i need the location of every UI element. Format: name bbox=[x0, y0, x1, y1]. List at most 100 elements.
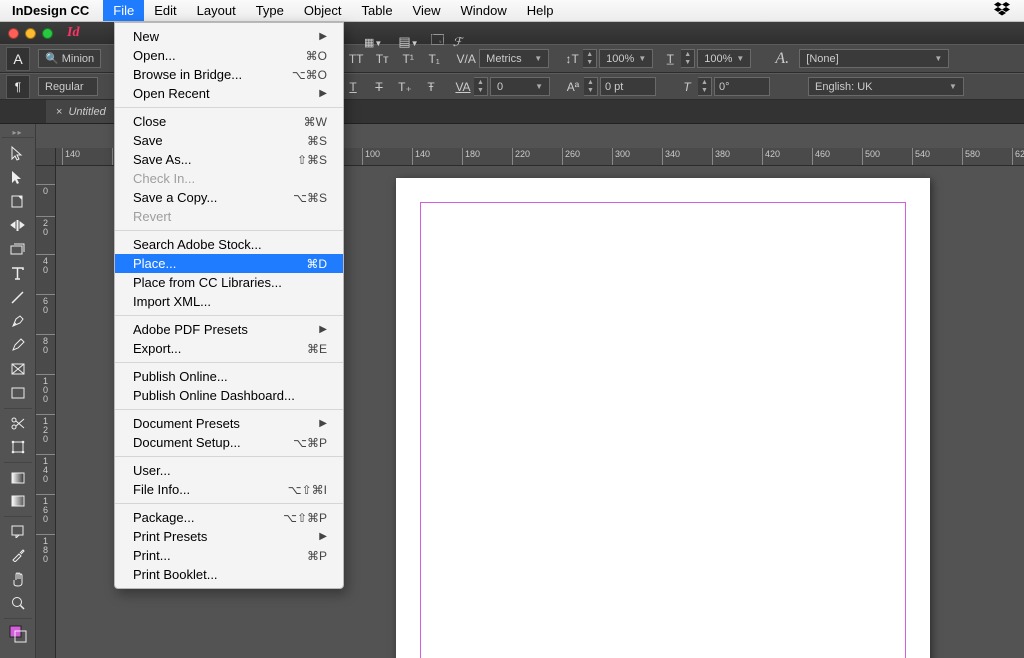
rectangle-tool[interactable] bbox=[4, 381, 32, 405]
scissors-tool[interactable] bbox=[4, 408, 32, 435]
menu-item-new[interactable]: New▶ bbox=[115, 27, 343, 46]
menu-edit[interactable]: Edit bbox=[144, 0, 186, 21]
menu-item-open[interactable]: Open...⌘O bbox=[115, 46, 343, 65]
menu-item-export[interactable]: Export...⌘E bbox=[115, 339, 343, 358]
zoom-tool[interactable] bbox=[4, 591, 32, 615]
kerning-dropdown[interactable]: Metrics▼ bbox=[479, 49, 549, 68]
strikethrough-icon[interactable]: T bbox=[370, 78, 388, 96]
skew-stepper[interactable]: ▲▼ bbox=[698, 77, 712, 96]
vruler-tick: 140 bbox=[36, 454, 55, 484]
minimize-window-button[interactable] bbox=[25, 28, 36, 39]
maximize-window-button[interactable] bbox=[42, 28, 53, 39]
underline-icon[interactable]: T bbox=[344, 78, 362, 96]
menu-item-document-presets[interactable]: Document Presets▶ bbox=[115, 414, 343, 433]
menu-separator bbox=[115, 107, 343, 108]
hscale-field[interactable]: 100%▼ bbox=[599, 49, 653, 68]
vruler-tick: 100 bbox=[36, 374, 55, 404]
menu-item-open-recent[interactable]: Open Recent▶ bbox=[115, 84, 343, 103]
menu-type[interactable]: Type bbox=[246, 0, 294, 21]
hruler-tick: 540 bbox=[912, 148, 930, 165]
pencil-tool[interactable] bbox=[4, 333, 32, 357]
type-tool[interactable] bbox=[4, 261, 32, 285]
menu-object[interactable]: Object bbox=[294, 0, 352, 21]
vscale-stepper[interactable]: ▲▼ bbox=[681, 49, 695, 68]
menu-item-package[interactable]: Package...⌥⇧⌘P bbox=[115, 508, 343, 527]
menu-item-search-adobe-stock[interactable]: Search Adobe Stock... bbox=[115, 235, 343, 254]
hruler-tick: 580 bbox=[962, 148, 980, 165]
menu-item-save-as[interactable]: Save As...⇧⌘S bbox=[115, 150, 343, 169]
menu-item-publish-online-dashboard[interactable]: Publish Online Dashboard... bbox=[115, 386, 343, 405]
menu-file[interactable]: File bbox=[103, 0, 144, 21]
arrange-documents-button[interactable]: ℱ bbox=[453, 35, 462, 49]
sup-icon[interactable]: Ŧ bbox=[422, 78, 440, 96]
document-page[interactable] bbox=[396, 178, 930, 658]
vertical-ruler[interactable]: 020406080100120140160180 bbox=[36, 166, 56, 658]
tracking-stepper[interactable]: ▲▼ bbox=[474, 77, 488, 96]
app-name: InDesign CC bbox=[0, 3, 103, 18]
skew-field[interactable]: 0° bbox=[714, 77, 770, 96]
page-tool[interactable] bbox=[4, 189, 32, 213]
menu-item-close[interactable]: Close⌘W bbox=[115, 112, 343, 131]
eyedropper-tool[interactable] bbox=[4, 543, 32, 567]
dropbox-icon[interactable] bbox=[994, 2, 1024, 19]
menu-item-import-xml[interactable]: Import XML... bbox=[115, 292, 343, 311]
menu-item-place[interactable]: Place...⌘D bbox=[115, 254, 343, 273]
gap-tool[interactable] bbox=[4, 213, 32, 237]
ruler-origin[interactable] bbox=[36, 148, 56, 166]
content-collector-tool[interactable] bbox=[4, 237, 32, 261]
gradient-feather-tool[interactable] bbox=[4, 489, 32, 513]
menu-item-file-info[interactable]: File Info...⌥⇧⌘I bbox=[115, 480, 343, 499]
pen-tool[interactable] bbox=[4, 309, 32, 333]
note-tool[interactable] bbox=[4, 516, 32, 543]
vertical-scale-icon: T̲ bbox=[661, 50, 679, 68]
vruler-tick: 180 bbox=[36, 534, 55, 564]
close-tab-icon[interactable]: × bbox=[56, 106, 62, 118]
direct-selection-tool[interactable] bbox=[4, 165, 32, 189]
character-formatting-mode-icon[interactable]: A bbox=[6, 47, 30, 71]
free-transform-tool[interactable] bbox=[4, 435, 32, 459]
menu-item-browse-in-bridge[interactable]: Browse in Bridge...⌥⌘O bbox=[115, 65, 343, 84]
menu-item-print-presets[interactable]: Print Presets▶ bbox=[115, 527, 343, 546]
menu-item-publish-online[interactable]: Publish Online... bbox=[115, 367, 343, 386]
hruler-tick: 100 bbox=[362, 148, 380, 165]
menu-help[interactable]: Help bbox=[517, 0, 564, 21]
vscale-field[interactable]: 100%▼ bbox=[697, 49, 751, 68]
menu-item-adobe-pdf-presets[interactable]: Adobe PDF Presets▶ bbox=[115, 320, 343, 339]
baseline-stepper[interactable]: ▲▼ bbox=[584, 77, 598, 96]
baseline-field[interactable]: 0 pt bbox=[600, 77, 656, 96]
rectangle-frame-tool[interactable] bbox=[4, 357, 32, 381]
bridge-button[interactable]: ▦▼ bbox=[360, 34, 386, 51]
tracking-field[interactable]: 0▼ bbox=[490, 77, 550, 96]
menu-separator bbox=[115, 503, 343, 504]
menu-view[interactable]: View bbox=[403, 0, 451, 21]
character-style-dropdown[interactable]: [None]▼ bbox=[799, 49, 949, 68]
language-dropdown[interactable]: English: UK▼ bbox=[808, 77, 964, 96]
baseline-shift-icon: Aª bbox=[564, 78, 582, 96]
menu-item-print-booklet[interactable]: Print Booklet... bbox=[115, 565, 343, 584]
menu-item-document-setup[interactable]: Document Setup...⌥⌘P bbox=[115, 433, 343, 452]
menu-item-save-a-copy[interactable]: Save a Copy...⌥⌘S bbox=[115, 188, 343, 207]
hand-tool[interactable] bbox=[4, 567, 32, 591]
menu-window[interactable]: Window bbox=[451, 0, 517, 21]
menu-layout[interactable]: Layout bbox=[187, 0, 246, 21]
sub-icon[interactable]: T₊ bbox=[396, 78, 414, 96]
view-options-button[interactable]: ▤▼ bbox=[394, 32, 422, 52]
menu-separator bbox=[115, 409, 343, 410]
selection-tool[interactable] bbox=[4, 141, 32, 165]
menu-item-print[interactable]: Print...⌘P bbox=[115, 546, 343, 565]
close-window-button[interactable] bbox=[8, 28, 19, 39]
screen-mode-button[interactable]: 🗔 bbox=[431, 31, 445, 53]
hscale-stepper[interactable]: ▲▼ bbox=[583, 49, 597, 68]
panel-grip-icon[interactable]: ▸▸ bbox=[2, 128, 34, 138]
menu-item-place-from-cc-libraries[interactable]: Place from CC Libraries... bbox=[115, 273, 343, 292]
gradient-swatch-tool[interactable] bbox=[4, 462, 32, 489]
paragraph-formatting-mode-icon[interactable]: ¶ bbox=[6, 75, 30, 99]
menu-table[interactable]: Table bbox=[351, 0, 402, 21]
paragraph-style-dropdown[interactable]: Regular bbox=[38, 77, 98, 96]
menu-item-user[interactable]: User... bbox=[115, 461, 343, 480]
menu-item-save[interactable]: Save⌘S bbox=[115, 131, 343, 150]
font-family-dropdown[interactable]: 🔍 Minion bbox=[38, 49, 101, 68]
document-tab[interactable]: × Untitled bbox=[46, 100, 117, 123]
fill-stroke-swatch[interactable] bbox=[4, 618, 32, 645]
line-tool[interactable] bbox=[4, 285, 32, 309]
